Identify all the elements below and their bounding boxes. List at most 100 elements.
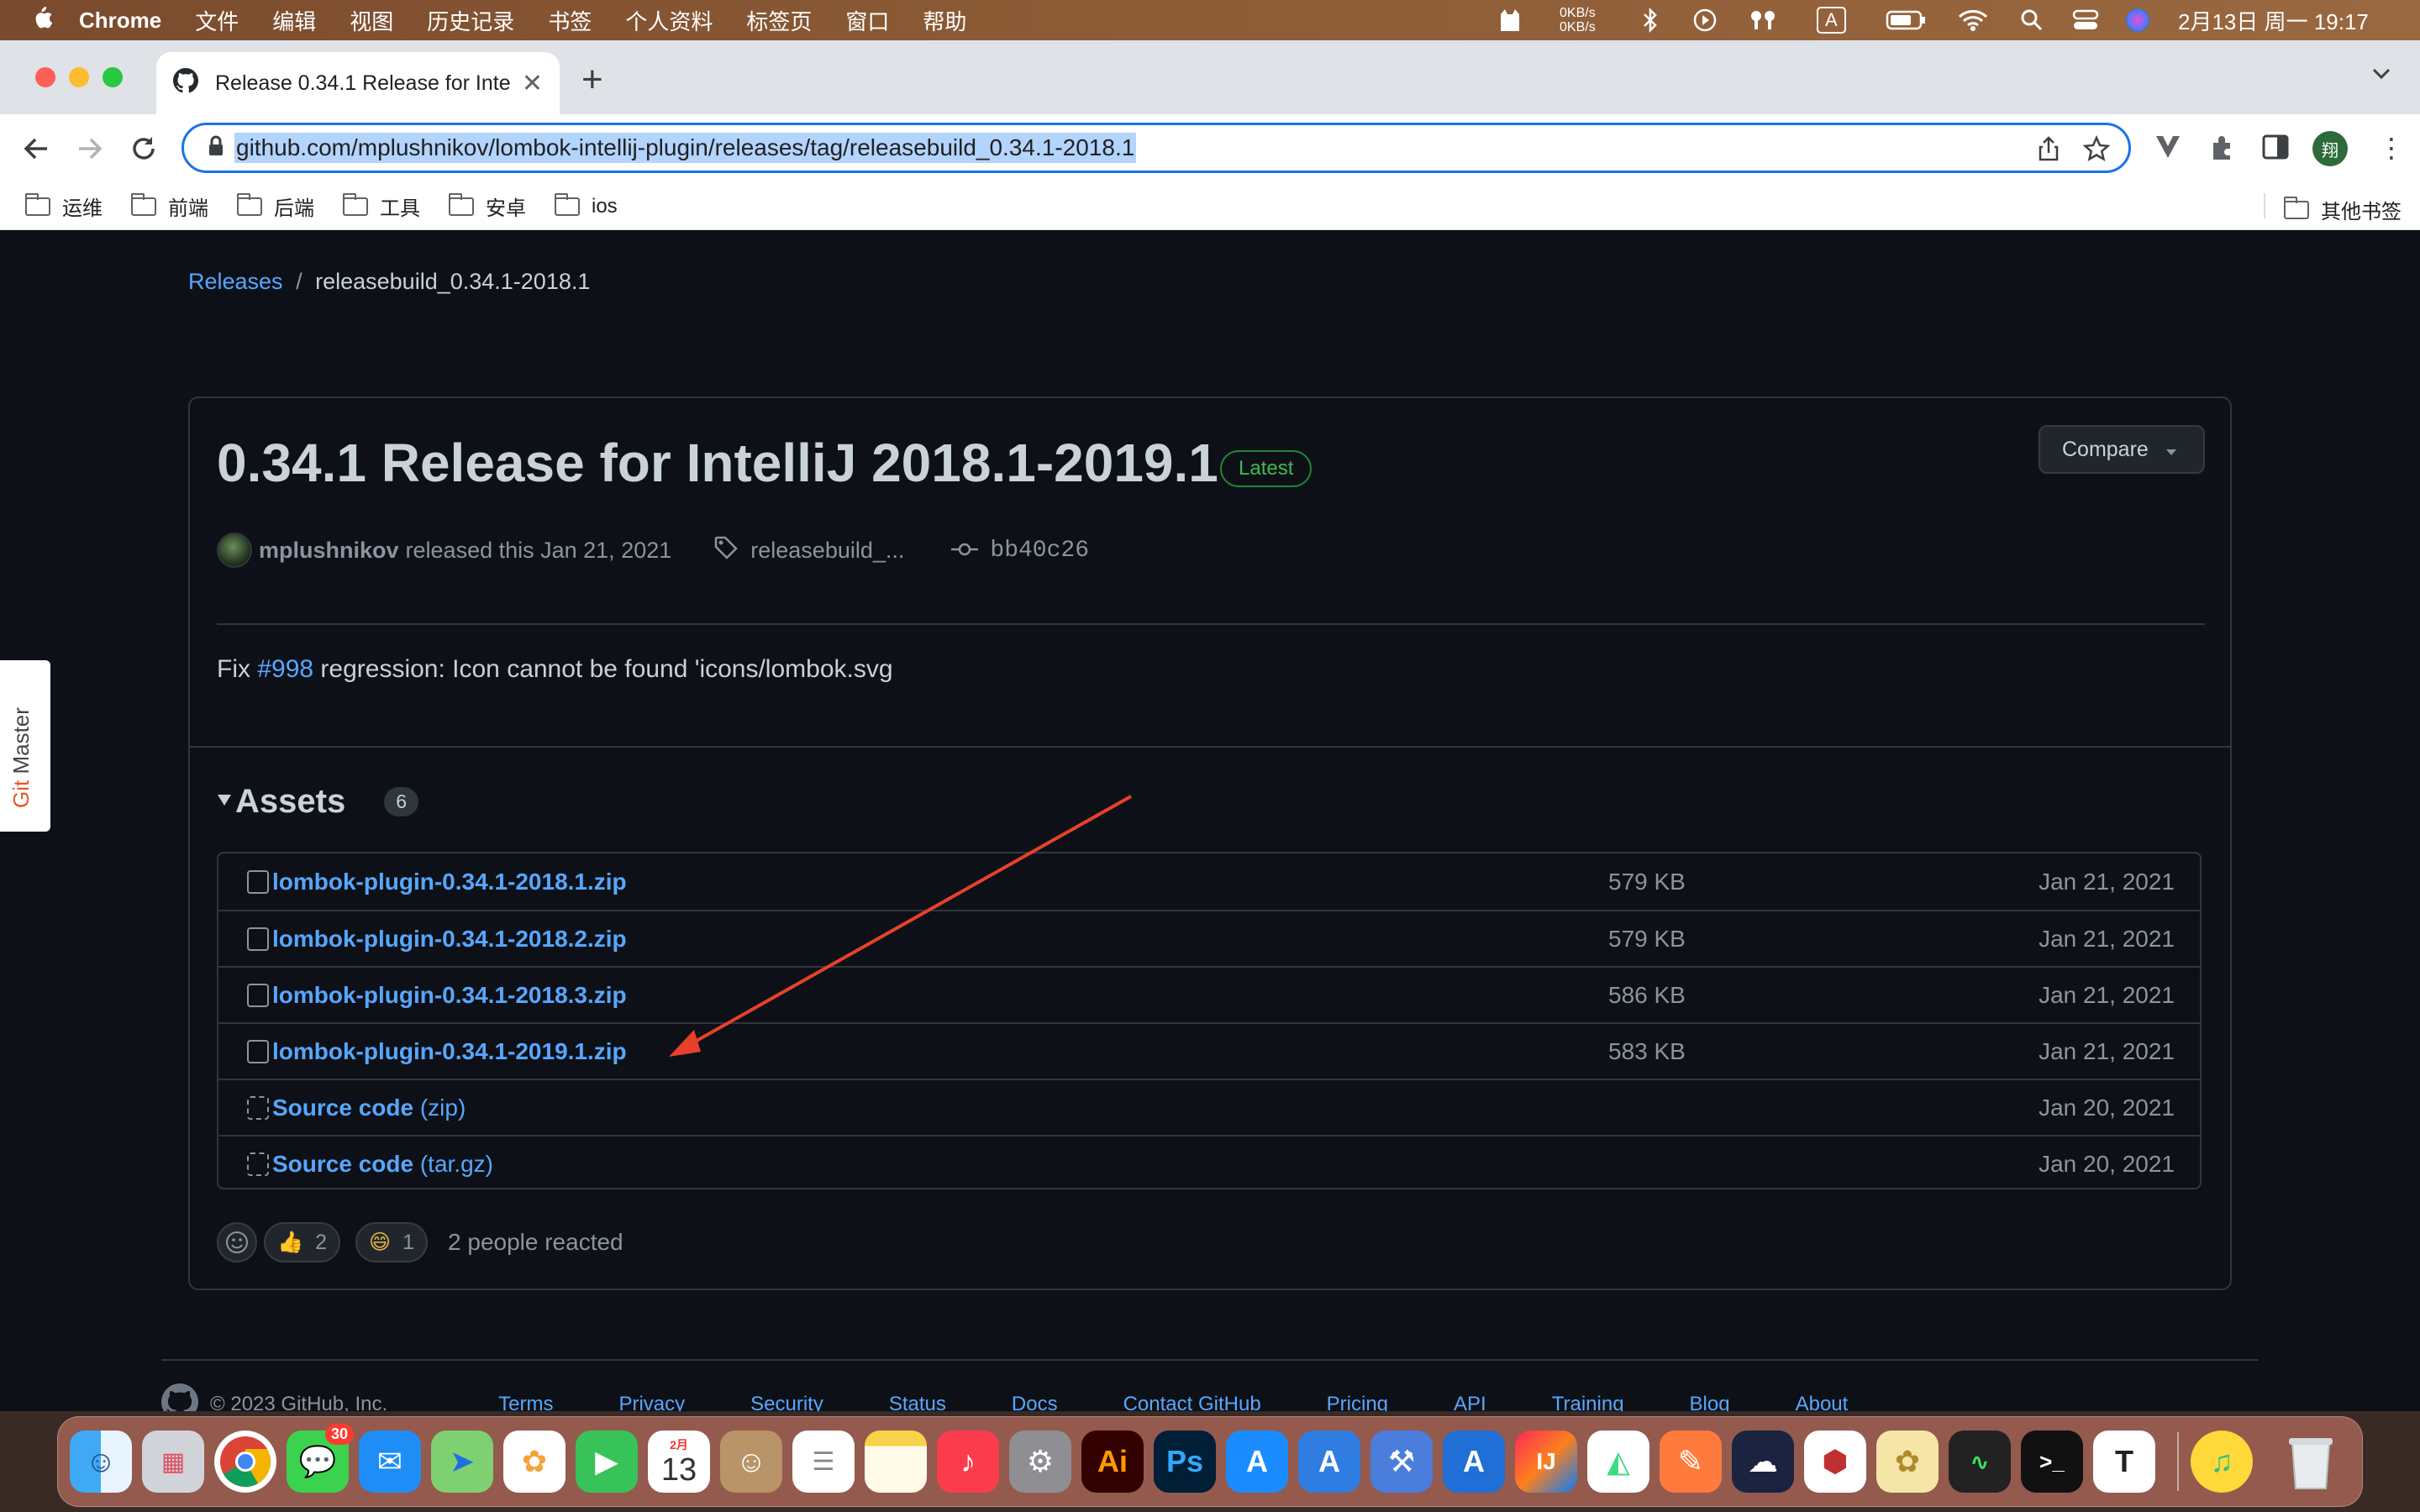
extension-v-icon[interactable] <box>2154 133 2181 165</box>
footer-link-blog[interactable]: Blog <box>1690 1393 1730 1411</box>
bookmark-folder-ios[interactable]: ios <box>555 192 618 218</box>
footer-link-security[interactable]: Security <box>750 1393 823 1411</box>
facetime-icon[interactable]: ▶ <box>576 1431 638 1493</box>
chrome-icon[interactable] <box>214 1431 276 1493</box>
menu-edit[interactable]: 编辑 <box>272 5 316 36</box>
music-icon[interactable]: ♪ <box>937 1431 999 1493</box>
folder-icon <box>555 192 580 216</box>
lock-icon[interactable] <box>208 135 224 161</box>
xcode-tools-icon[interactable]: ⚒ <box>1370 1431 1433 1493</box>
bookmark-folder-gongju[interactable]: 工具 <box>343 192 420 221</box>
bookmark-folder-anzhuo[interactable]: 安卓 <box>449 192 526 221</box>
back-button-icon[interactable] <box>22 134 50 167</box>
footer-link-api[interactable]: API <box>1454 1393 1486 1411</box>
redis-app-icon[interactable]: ⬢ <box>1804 1431 1866 1493</box>
minimize-window-button[interactable] <box>69 67 89 87</box>
clock[interactable]: 2月13日 周一 19:17 <box>2178 0 2369 40</box>
cat-status-icon[interactable] <box>1497 0 1523 40</box>
footer-link-contact[interactable]: Contact GitHub <box>1123 1393 1261 1411</box>
battery-icon[interactable] <box>1886 0 1926 40</box>
spotlight-search-icon[interactable] <box>2020 0 2044 40</box>
system-preferences-icon[interactable]: ⚙ <box>1009 1431 1071 1493</box>
play-circle-icon[interactable] <box>1692 0 1718 40</box>
airpods-icon[interactable] <box>1748 0 1778 40</box>
bluetooth-icon[interactable] <box>1642 0 1659 40</box>
messages-icon[interactable]: 💬 30 <box>287 1424 354 1493</box>
input-method-icon[interactable]: A <box>1817 0 1846 40</box>
footer-link-privacy[interactable]: Privacy <box>618 1393 685 1411</box>
illustrator-icon[interactable]: Ai <box>1081 1431 1144 1493</box>
bookmark-folder-houduan[interactable]: 后端 <box>237 192 314 221</box>
terminal-icon[interactable]: >_ <box>2021 1431 2083 1493</box>
bookmark-label: 后端 <box>274 197 314 220</box>
footer-link-training[interactable]: Training <box>1552 1393 1624 1411</box>
reminders-icon[interactable]: ☰ <box>792 1431 855 1493</box>
siri-icon[interactable] <box>2126 0 2149 40</box>
android-studio-icon[interactable]: ◭ <box>1587 1431 1649 1493</box>
calendar-icon[interactable]: 2月 13 <box>648 1431 710 1493</box>
pen-app-icon[interactable]: ✎ <box>1660 1431 1722 1493</box>
address-bar[interactable]: github.com/mplushnikov/lombok-intellij-p… <box>182 123 2131 173</box>
reload-button-icon[interactable] <box>129 134 158 167</box>
cloud-app-icon[interactable]: ☁ <box>1732 1431 1794 1493</box>
app-store-connect-icon[interactable]: A <box>1298 1431 1360 1493</box>
bookmark-folder-yunwei[interactable]: 运维 <box>25 192 103 221</box>
tab-search-chevron-icon[interactable] <box>2371 67 2391 85</box>
photoshop-icon[interactable]: Ps <box>1154 1431 1216 1493</box>
side-panel-icon[interactable] <box>2262 134 2289 164</box>
app-menu-chrome[interactable]: Chrome <box>79 8 161 34</box>
menu-file[interactable]: 文件 <box>195 5 239 36</box>
typora-icon[interactable]: T <box>2093 1431 2155 1493</box>
extensions-puzzle-icon[interactable] <box>2208 133 2237 165</box>
mail-icon[interactable]: ✉ <box>359 1431 421 1493</box>
trash-icon[interactable] <box>2280 1431 2342 1493</box>
menu-window[interactable]: 窗口 <box>845 5 889 36</box>
footer-link-terms[interactable]: Terms <box>498 1393 553 1411</box>
folder-icon <box>343 192 368 216</box>
share-icon[interactable] <box>2036 135 2061 166</box>
menu-bookmarks[interactable]: 书签 <box>548 5 592 36</box>
menu-history[interactable]: 历史记录 <box>427 5 514 36</box>
close-window-button[interactable] <box>35 67 55 87</box>
control-center-icon[interactable] <box>2072 0 2099 40</box>
breadcrumb-separator: / <box>296 269 302 294</box>
launchpad-icon[interactable]: ▦ <box>142 1431 204 1493</box>
photos-icon[interactable]: ✿ <box>503 1431 566 1493</box>
footer-link-pricing[interactable]: Pricing <box>1327 1393 1388 1411</box>
finder-icon[interactable]: ☺ <box>70 1431 132 1493</box>
app-store-icon[interactable]: A <box>1226 1431 1288 1493</box>
forward-button-icon[interactable] <box>76 134 104 167</box>
breadcrumb-releases-link[interactable]: Releases <box>188 269 283 294</box>
intellij-icon[interactable]: IJ <box>1515 1431 1577 1493</box>
menu-profiles[interactable]: 个人资料 <box>625 5 713 36</box>
close-tab-icon[interactable]: ✕ <box>522 69 543 98</box>
contacts-icon[interactable]: ☺ <box>720 1431 782 1493</box>
other-bookmarks-folder[interactable]: 其他书签 <box>2284 195 2402 224</box>
profile-avatar[interactable]: 翔 <box>2312 131 2348 166</box>
menu-help[interactable]: 帮助 <box>923 5 966 36</box>
git-master-side-tab[interactable]: Git Master <box>0 660 50 832</box>
menu-view[interactable]: 视图 <box>350 5 393 36</box>
activity-monitor-icon[interactable]: ∿ <box>1949 1431 2011 1493</box>
chrome-menu-icon[interactable]: ⋮ <box>2378 134 2405 161</box>
active-tab[interactable]: Release 0.34.1 Release for Inte ✕ <box>156 52 560 114</box>
navicat-icon[interactable]: ✿ <box>1876 1431 1939 1493</box>
notes-icon[interactable] <box>865 1431 927 1493</box>
footer-link-docs[interactable]: Docs <box>1012 1393 1058 1411</box>
qq-music-icon[interactable]: ♫ <box>2191 1431 2253 1493</box>
footer-link-status[interactable]: Status <box>889 1393 946 1411</box>
zoom-window-button[interactable] <box>103 67 123 87</box>
url-text[interactable]: github.com/mplushnikov/lombok-intellij-p… <box>234 133 1137 163</box>
wifi-icon[interactable] <box>1958 0 1988 40</box>
bookmark-folder-qianduan[interactable]: 前端 <box>131 192 208 221</box>
github-logo-icon[interactable] <box>161 1383 198 1411</box>
footer-link-about[interactable]: About <box>1796 1393 1849 1411</box>
bookmark-star-icon[interactable] <box>2082 134 2111 166</box>
menu-tabs[interactable]: 标签页 <box>746 5 812 36</box>
folder-icon <box>237 192 262 216</box>
maps-icon[interactable]: ➤ <box>431 1431 493 1493</box>
dock-divider <box>2177 1432 2179 1491</box>
new-tab-button[interactable]: + <box>581 59 603 101</box>
simulator-icon[interactable]: A <box>1443 1431 1505 1493</box>
apple-menu-icon[interactable] <box>30 4 54 37</box>
